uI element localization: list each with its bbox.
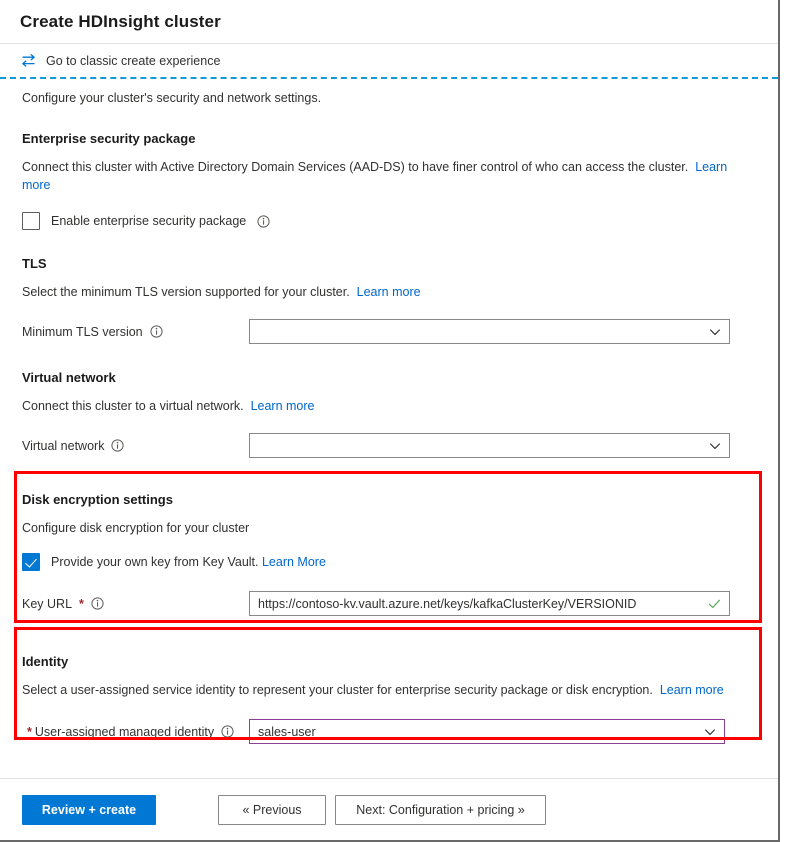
previous-button[interactable]: « Previous — [218, 794, 326, 825]
info-icon[interactable] — [221, 725, 234, 738]
identity-required-marker: * — [27, 724, 32, 739]
vnet-learn-more-link[interactable]: Learn more — [251, 399, 315, 413]
info-icon[interactable] — [111, 439, 125, 452]
info-icon[interactable] — [150, 325, 163, 338]
key-url-row: Key URL * https://contoso-kv.vault.azure… — [22, 591, 758, 616]
blade-footer: Review + create « Previous Next: Configu… — [0, 778, 778, 840]
virtual-network-label-group: Virtual network — [22, 439, 249, 453]
page-title: Create HDInsight cluster — [20, 11, 221, 31]
key-url-label: Key URL — [22, 596, 73, 611]
key-url-value: https://contoso-kv.vault.azure.net/keys/… — [258, 596, 637, 611]
user-assigned-managed-identity-row: * User-assigned managed identity sales-u… — [22, 719, 758, 744]
info-icon[interactable] — [91, 597, 104, 610]
intro-text: Configure your cluster's security and ne… — [22, 91, 322, 105]
chevron-down-icon — [709, 326, 721, 338]
key-url-input[interactable]: https://contoso-kv.vault.azure.net/keys/… — [249, 591, 730, 616]
minimum-tls-version-row: Minimum TLS version — [22, 319, 758, 344]
section-heading-enterprise-security-package: Enterprise security package — [22, 131, 196, 146]
enable-enterprise-security-package-label: Enable enterprise security package — [51, 214, 247, 228]
chevron-down-icon — [709, 440, 721, 452]
virtual-network-dropdown[interactable] — [249, 433, 730, 458]
checkmark-valid-icon — [708, 597, 721, 610]
user-assigned-managed-identity-label: User-assigned managed identity — [34, 724, 215, 739]
provide-own-key-row[interactable]: Provide your own key from Key Vault. Lea… — [22, 553, 758, 571]
user-assigned-managed-identity-dropdown[interactable]: sales-user — [249, 719, 725, 744]
esp-description: Connect this cluster with Active Directo… — [22, 158, 752, 194]
user-assigned-managed-identity-label-group: * User-assigned managed identity — [22, 725, 249, 739]
next-configuration-pricing-button[interactable]: Next: Configuration + pricing » — [335, 794, 546, 825]
vnet-description: Connect this cluster to a virtual networ… — [22, 397, 752, 415]
key-vault-learn-more-link[interactable]: Learn More — [262, 555, 326, 569]
info-icon[interactable] — [257, 214, 270, 228]
command-bar: Go to classic create experience — [0, 44, 778, 77]
identity-description: Select a user-assigned service identity … — [22, 681, 758, 699]
tls-learn-more-link[interactable]: Learn more — [357, 285, 421, 299]
identity-description-text: Select a user-assigned service identity … — [22, 683, 653, 697]
review-create-button[interactable]: Review + create — [22, 794, 156, 825]
provide-own-key-checkbox[interactable] — [22, 553, 40, 571]
minimum-tls-version-label-group: Minimum TLS version — [22, 325, 249, 339]
virtual-network-label: Virtual network — [22, 438, 105, 453]
virtual-network-row: Virtual network — [22, 433, 758, 458]
minimum-tls-version-label: Minimum TLS version — [22, 324, 143, 339]
go-to-classic-create-experience-button[interactable]: Go to classic create experience — [46, 54, 220, 68]
blade-titlebar: Create HDInsight cluster — [0, 0, 778, 44]
key-url-label-group: Key URL * — [22, 597, 249, 611]
enable-enterprise-security-package-row[interactable]: Enable enterprise security package — [22, 212, 758, 230]
section-heading-disk-encryption-settings: Disk encryption settings — [22, 492, 173, 507]
chevron-down-icon — [704, 726, 716, 738]
disk-encryption-description: Configure disk encryption for your clust… — [22, 521, 250, 535]
section-heading-virtual-network: Virtual network — [22, 370, 116, 385]
tls-description-text: Select the minimum TLS version supported… — [22, 285, 350, 299]
provide-own-key-label: Provide your own key from Key Vault. Lea… — [51, 555, 326, 569]
user-assigned-managed-identity-value: sales-user — [258, 724, 316, 739]
minimum-tls-version-dropdown[interactable] — [249, 319, 730, 344]
key-url-required-marker: * — [79, 596, 84, 611]
create-cluster-blade: Create HDInsight cluster Go to classic c… — [0, 0, 780, 842]
blade-content: Configure your cluster's security and ne… — [0, 79, 778, 744]
esp-description-text: Connect this cluster with Active Directo… — [22, 160, 689, 174]
section-heading-identity: Identity — [22, 654, 69, 669]
identity-learn-more-link[interactable]: Learn more — [660, 683, 724, 697]
screenshot-root: Create HDInsight cluster Go to classic c… — [0, 0, 798, 842]
section-heading-tls: TLS — [22, 256, 47, 271]
tls-description: Select the minimum TLS version supported… — [22, 283, 752, 301]
swap-arrows-icon — [20, 53, 37, 69]
vnet-description-text: Connect this cluster to a virtual networ… — [22, 399, 244, 413]
provide-own-key-text: Provide your own key from Key Vault. — [51, 555, 259, 569]
enable-enterprise-security-package-checkbox[interactable] — [22, 212, 40, 230]
